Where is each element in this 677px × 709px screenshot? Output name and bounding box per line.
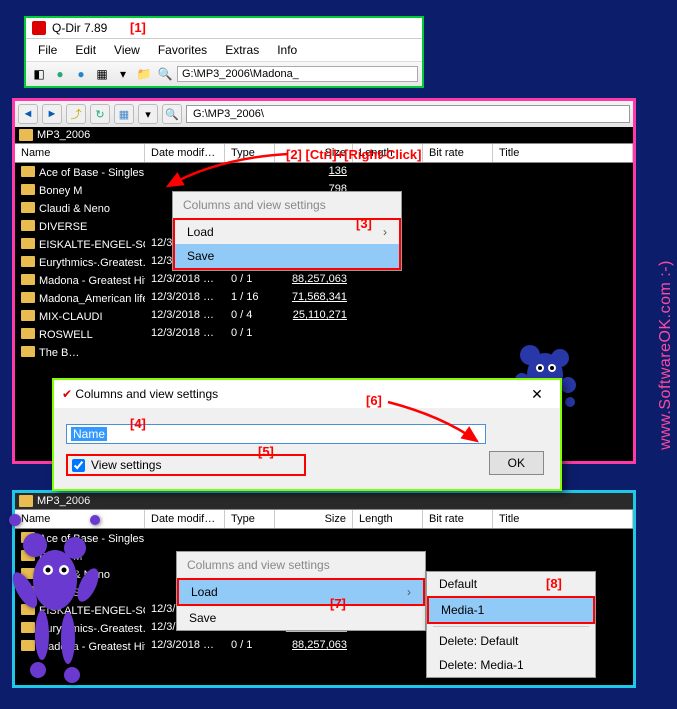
address-bar[interactable]: G:\MP3_2006\Madona_: [177, 66, 418, 82]
chevron-right-icon: ›: [383, 225, 387, 239]
col-name[interactable]: Name: [15, 144, 145, 162]
table-row[interactable]: Madona_American life…12/3/2018 …1 / 1671…: [15, 289, 633, 307]
window-title: Q-Dir 7.89: [52, 21, 107, 35]
menu-edit[interactable]: Edit: [67, 41, 104, 59]
toolbar-btn[interactable]: 📁: [135, 65, 153, 83]
separator: [433, 626, 589, 627]
ctx-header: Columns and view settings: [177, 552, 425, 578]
context-menu-columns: Columns and view settings Load › Save: [172, 191, 402, 271]
context-menu-2: Columns and view settings Load › Save: [176, 551, 426, 631]
toolbar: ◧ ● ● ▦ ▾ 📁 🔍 G:\MP3_2006\Madona_: [26, 61, 422, 86]
sub-media1[interactable]: Media-1: [427, 596, 595, 624]
toolbar-btn[interactable]: ▾: [114, 65, 132, 83]
toolbar-btn[interactable]: ●: [51, 65, 69, 83]
table-row[interactable]: Ace of Base - Singles O…136: [15, 163, 633, 181]
menu-extras[interactable]: Extras: [217, 41, 267, 59]
ctx-save[interactable]: Save: [173, 244, 401, 270]
toolbar-btn[interactable]: 🔍: [156, 65, 174, 83]
col-date[interactable]: Date modif…: [145, 144, 225, 162]
col-length[interactable]: Length: [353, 510, 423, 528]
col-type[interactable]: Type: [225, 510, 275, 528]
title-bar[interactable]: Q-Dir 7.89: [26, 18, 422, 39]
view-settings-label: View settings: [91, 458, 161, 472]
view-button[interactable]: ▦: [114, 104, 134, 124]
col-title[interactable]: Title: [493, 510, 633, 528]
menu-favorites[interactable]: Favorites: [150, 41, 215, 59]
checkbox-icon[interactable]: [72, 459, 85, 472]
toolbar-btn[interactable]: ▦: [93, 65, 111, 83]
menu-bar: File Edit View Favorites Extras Info: [26, 39, 422, 61]
submenu-load: Default Media-1 Delete: Default Delete: …: [426, 571, 596, 678]
name-input-value: Name: [71, 427, 107, 441]
ctx-load-label: Load: [187, 225, 214, 239]
sub-default[interactable]: Default: [427, 572, 595, 596]
ctx-load[interactable]: Load ›: [177, 578, 425, 606]
ctx-load[interactable]: Load ›: [173, 218, 401, 244]
sub-delete-media1[interactable]: Delete: Media-1: [427, 653, 595, 677]
table-row[interactable]: MIX-CLAUDI12/3/2018 …0 / 425,110,271: [15, 307, 633, 325]
col-size[interactable]: Size: [275, 510, 353, 528]
column-headers: Name Date modif… Type Size Length Bit ra…: [15, 143, 633, 163]
ok-button[interactable]: OK: [489, 451, 544, 475]
splat-decoration: [0, 470, 120, 695]
pane-address[interactable]: G:\MP3_2006\: [186, 105, 630, 123]
toolbar-btn[interactable]: ●: [72, 65, 90, 83]
qdir-icon: [32, 21, 46, 35]
menu-file[interactable]: File: [30, 41, 65, 59]
col-length[interactable]: Length: [353, 144, 423, 162]
chevron-right-icon: ›: [407, 585, 411, 599]
search-button[interactable]: 🔍: [162, 104, 182, 124]
toolbar-btn[interactable]: ◧: [30, 65, 48, 83]
col-date[interactable]: Date modif…: [145, 510, 225, 528]
menu-view[interactable]: View: [106, 41, 148, 59]
ctx-save[interactable]: Save: [177, 606, 425, 630]
menu-info[interactable]: Info: [269, 41, 305, 59]
name-input[interactable]: Name: [66, 424, 486, 444]
ctx-load-label: Load: [191, 585, 218, 599]
view-settings-checkbox[interactable]: View settings: [66, 454, 306, 476]
col-bitrate[interactable]: Bit rate: [423, 510, 493, 528]
qdir-window: Q-Dir 7.89 File Edit View Favorites Extr…: [24, 16, 424, 88]
folder-icon: [19, 129, 33, 141]
up-button[interactable]: ⤴: [66, 104, 86, 124]
table-row[interactable]: Madona - Greatest Hits12/3/2018 …0 / 188…: [15, 271, 633, 289]
dialog-title: Columns and view settings: [75, 387, 218, 401]
watermark-text: www.SoftwareOK.com :-): [657, 260, 675, 450]
folder-name: MP3_2006: [37, 129, 90, 141]
sub-delete-default[interactable]: Delete: Default: [427, 629, 595, 653]
folder-tab[interactable]: MP3_2006: [15, 127, 633, 143]
dropdown-button[interactable]: ▾: [138, 104, 158, 124]
ctx-header: Columns and view settings: [173, 192, 401, 218]
forward-button[interactable]: ►: [42, 104, 62, 124]
close-button[interactable]: ✕: [522, 384, 552, 404]
dialog-titlebar[interactable]: ✔ Columns and view settings ✕: [54, 380, 560, 408]
col-title[interactable]: Title: [493, 144, 633, 162]
columns-dialog: ✔ Columns and view settings ✕ Name View …: [52, 378, 562, 491]
back-button[interactable]: ◄: [18, 104, 38, 124]
pane-toolbar: ◄ ► ⤴ ↻ ▦ ▾ 🔍 G:\MP3_2006\: [15, 101, 633, 127]
refresh-button[interactable]: ↻: [90, 104, 110, 124]
col-type[interactable]: Type: [225, 144, 275, 162]
col-size[interactable]: Size: [275, 144, 353, 162]
col-bitrate[interactable]: Bit rate: [423, 144, 493, 162]
